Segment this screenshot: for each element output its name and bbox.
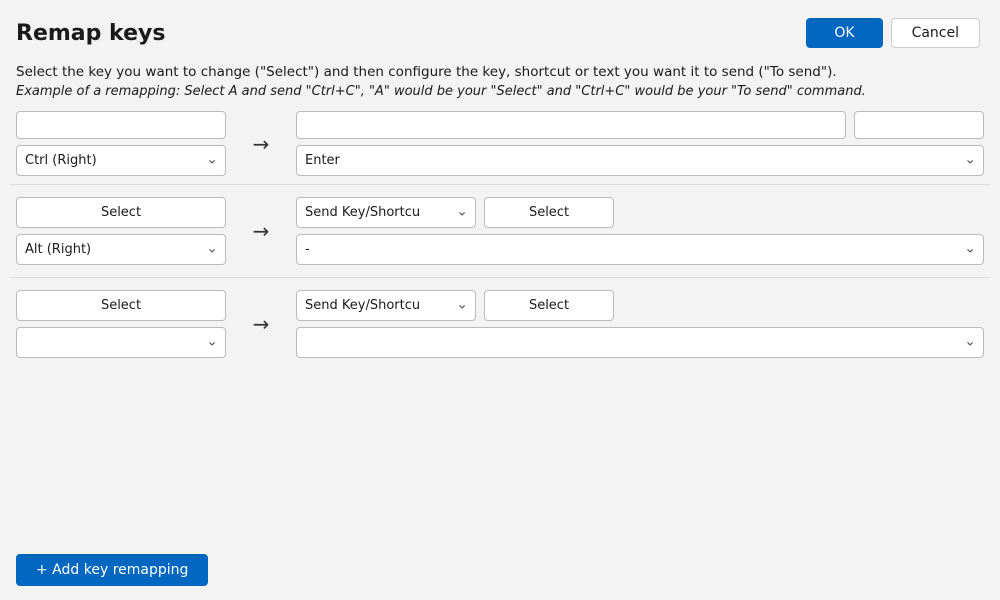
row-1-select-button[interactable]: Select [16,197,226,228]
row-1-sendtype-dropdown[interactable]: Send Key/Shortcu Send Text [296,197,476,228]
dialog-header: Remap keys OK Cancel [0,0,1000,58]
remap-row-0: Ctrl (Right) → Enter [10,107,990,185]
row-1-right: Send Key/Shortcu Send Text Select - [296,197,984,265]
row-1-left-dropdown[interactable]: Alt (Right) [16,234,226,265]
row-2-right-select-button[interactable]: Select [484,290,614,321]
row-2-right-top: Send Key/Shortcu Send Text Select [296,290,984,321]
row-1-sendkey-dropdown[interactable]: - [296,234,984,265]
row-0-left: Ctrl (Right) [16,111,226,176]
row-0-right: Enter [296,111,984,176]
row-0-arrow: → [226,132,296,156]
row-0-left-dropdown-wrapper: Ctrl (Right) [16,145,226,176]
row-1-arrow: → [226,219,296,243]
row-0-sendkey-wrapper: Enter [296,145,984,176]
row-1-right-bottom: - [296,234,984,265]
dialog-title: Remap keys [16,21,165,46]
remap-keys-dialog: Remap keys OK Cancel Select the key you … [0,0,1000,600]
row-1-right-select-button[interactable]: Select [484,197,614,228]
remap-row-1: Select Alt (Right) → Send Key/Shortcu Se… [10,185,990,278]
cancel-button[interactable]: Cancel [891,18,980,48]
example-text: Example of a remapping: Select A and sen… [0,82,1000,107]
row-0-right-bottom: Enter [296,145,984,176]
dialog-footer: + Add key remapping [0,540,1000,600]
content-area: Ctrl (Right) → Enter [0,107,1000,540]
row-2-right: Send Key/Shortcu Send Text Select [296,290,984,358]
row-1-left-dropdown-wrapper: Alt (Right) [16,234,226,265]
add-remapping-button[interactable]: + Add key remapping [16,554,208,586]
row-2-sendkey-wrapper [296,327,984,358]
row-0-sendkey-dropdown[interactable]: Enter [296,145,984,176]
row-1-sendkey-wrapper: - [296,234,984,265]
description-text: Select the key you want to change ("Sele… [0,58,1000,82]
row-2-right-bottom [296,327,984,358]
row-1-sendtype-wrapper: Send Key/Shortcu Send Text [296,197,476,228]
remap-row-2: Select → Send Key/Shortcu Send Text [10,278,990,370]
row-2-sendkey-dropdown[interactable] [296,327,984,358]
row-2-left-dropdown-wrapper [16,327,226,358]
header-buttons: OK Cancel [806,18,980,48]
row-2-left-dropdown[interactable] [16,327,226,358]
row-1-left: Select Alt (Right) [16,197,226,265]
row-0-right-top [296,111,984,139]
row-2-left: Select [16,290,226,358]
row-2-sendtype-wrapper: Send Key/Shortcu Send Text [296,290,476,321]
row-2-arrow: → [226,312,296,336]
ok-button[interactable]: OK [806,18,882,48]
row-2-select-button[interactable]: Select [16,290,226,321]
row-0-left-dropdown[interactable]: Ctrl (Right) [16,145,226,176]
row-2-sendtype-dropdown[interactable]: Send Key/Shortcu Send Text [296,290,476,321]
row-1-right-top: Send Key/Shortcu Send Text Select [296,197,984,228]
